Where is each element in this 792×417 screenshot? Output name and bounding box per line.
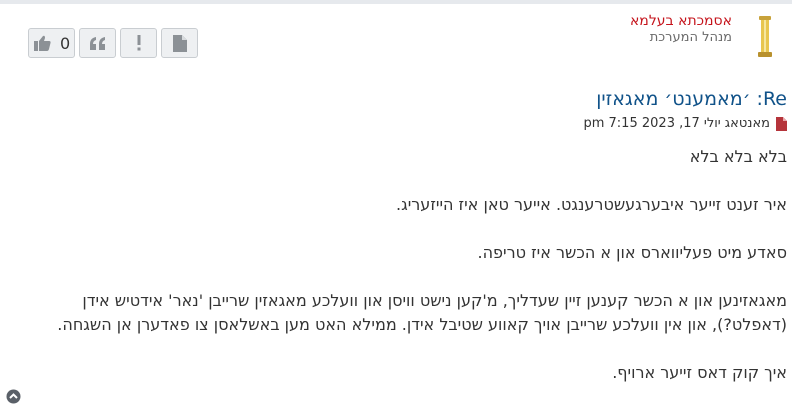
post-title[interactable]: Re: ׳מאמענט׳ מאגאזין [596,88,787,110]
file-icon [172,34,187,52]
quote-icon [89,37,105,50]
author-name[interactable]: אסמכתא בעלמא [630,13,732,29]
post-paragraph: בלא בלא בלא [689,147,787,166]
post-meta: מאנטאג יולי 17, 2023 7:15 pm [583,116,787,131]
like-count: 0 [60,33,71,53]
like-button[interactable]: 0 [28,28,75,58]
thumbs-up-icon [34,35,51,51]
file-button[interactable] [161,28,198,58]
post-file-icon[interactable] [776,116,787,131]
quote-button[interactable] [79,28,116,58]
post-paragraph: איך קוק דאס זייער ארויף. [612,363,787,382]
post-paragraph: מאגאזינען און א הכשר קענען זיין שעדליך, … [57,291,787,334]
top-divider [0,0,792,4]
back-to-top-icon[interactable] [6,389,21,404]
exclamation-icon [137,35,140,51]
avatar[interactable] [752,14,778,60]
post-paragraph: סאדע מיט פעליווארס און א הכשר איז טריפה. [477,243,787,262]
post-date: מאנטאג יולי 17, 2023 7:15 pm [583,116,770,131]
report-button[interactable] [120,28,157,58]
post-body: בלא בלא בלא איר זענט זייער איבערגעשטרענג… [47,145,787,409]
author-rank: מנהל המערכת [649,30,732,45]
post-paragraph: איר זענט זייער איבערגעשטרענגט. אייער טאן… [396,195,787,214]
